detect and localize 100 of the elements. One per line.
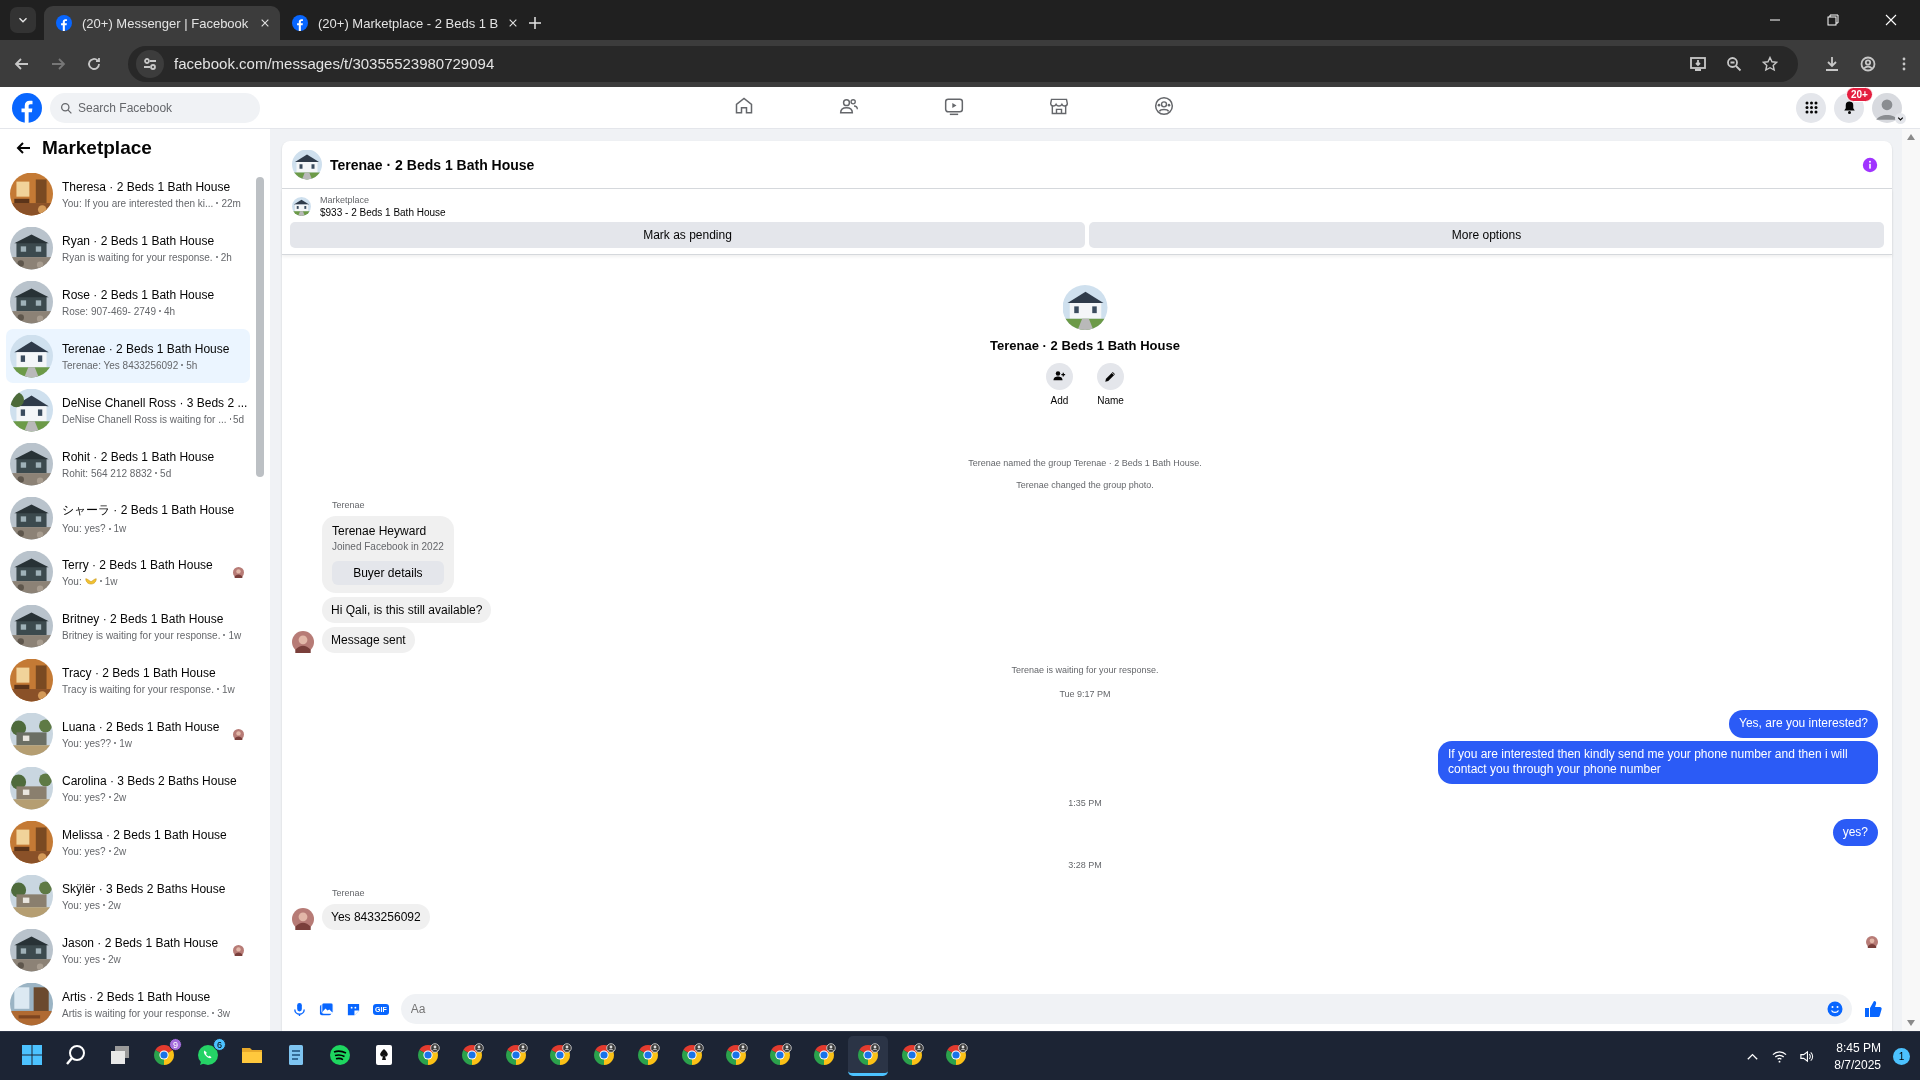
taskbar-button[interactable] [848,1036,888,1076]
conversation-item[interactable]: Jason · 2 Beds 1 Bath House You: yes 2w [6,923,250,977]
event-notice: Terenae changed the group photo. [1015,480,1155,490]
taskbar-button[interactable]: 6 [188,1036,228,1076]
search-field[interactable]: Search Facebook [50,92,260,123]
taskbar-button[interactable]: 9 [144,1036,184,1076]
listing-label: Marketplace [320,195,371,205]
conversation-item[interactable]: シャーラ · 2 Beds 1 Bath House You: yes? 1w [6,491,250,545]
sidebar-title: Marketplace [42,137,152,159]
install-icon[interactable] [1690,55,1706,72]
conversation-item[interactable]: Tracy · 2 Beds 1 Bath House Tracy is waiting for your response. 1w [6,653,250,707]
edit-button[interactable] [1097,363,1124,390]
conversation-title: Carolina · 3 Beds 2 Baths House [62,773,238,788]
count-badge: 6 [213,1038,226,1051]
message-time: 2w [113,845,127,857]
conversation-item[interactable]: Terry · 2 Beds 1 Bath House You: 1w [6,545,250,599]
add-button[interactable] [1046,363,1073,390]
sender-name: Terenae [332,500,366,510]
back-icon[interactable] [14,55,30,72]
message-field[interactable]: Aa [400,994,1852,1024]
message-time: 4h [163,305,176,317]
conversation-item[interactable]: Theresa · 2 Beds 1 Bath House You: If you are interested then ki... 22m [6,167,250,221]
conversation-item[interactable]: Britney · 2 Beds 1 Bath House Britney is waiting for your response. 1w [6,599,250,653]
listing-title: $933 - 2 Beds 1 Bath House [320,207,446,218]
close-icon[interactable] [260,18,270,28]
conversation-title: Rohit · 2 Beds 1 Bath House [62,449,216,464]
conversation-item[interactable]: Carolina · 3 Beds 2 Baths House You: yes? 2w [6,761,250,815]
conversation-item[interactable]: Melissa · 2 Beds 1 Bath House You: yes? 2w [6,815,250,869]
site-settings-icon[interactable] [136,49,164,78]
download-icon[interactable] [1824,55,1840,72]
image-icon[interactable] [319,1001,334,1017]
buyer-details-button[interactable]: Buyer details [332,561,444,585]
facebook-logo[interactable] [12,92,42,123]
message-preview: You: yes? [62,845,106,857]
microphone-icon[interactable] [292,1001,307,1017]
message-time: 5d [232,413,244,425]
chrome-icon [460,1042,484,1067]
sticker-icon[interactable] [346,1001,361,1017]
people-icon[interactable] [839,96,859,116]
action-label: Add [1050,395,1069,406]
pencil-icon [1103,369,1118,384]
chrome-icon [900,1042,924,1067]
restore-icon[interactable] [1827,14,1839,26]
star-icon[interactable] [1762,55,1778,72]
wifi-icon[interactable] [1772,1048,1788,1064]
browser-tab[interactable]: (20+) Marketplace - 2 Beds 1 B [280,6,516,40]
emoji-icon[interactable] [1827,1001,1843,1017]
speaker-icon[interactable] [1799,1048,1815,1064]
address-bar[interactable]: facebook.com/messages/t/30355523980729094 [128,45,1798,82]
profile-button[interactable] [1872,91,1904,124]
profile-icon[interactable] [1860,55,1876,72]
conversation-title: Artis · 2 Beds 1 Bath House [62,989,212,1004]
notification-count[interactable]: 1 [1893,1047,1910,1065]
message-time: 1w [221,683,235,695]
message-time: 2w [108,899,121,911]
chrome-icon [636,1042,660,1067]
conversation-item[interactable]: Skÿlër · 3 Beds 2 Baths House You: yes 2w [6,869,250,923]
conversation-item[interactable]: Artis · 2 Beds 1 Bath House Artis is waiting for your response. 3w [6,977,250,1031]
chrome-icon [944,1042,968,1067]
message-preview: You: yes?? [62,737,112,749]
close-icon[interactable] [508,18,519,28]
message-time: 5h [186,359,198,371]
chrome-icon [768,1042,792,1067]
up-arrow-icon[interactable] [1906,133,1916,141]
conversation-title: Rose · 2 Beds 1 Bath House [62,287,216,302]
conversation-item[interactable]: Terenae · 2 Beds 1 Bath House Terenae: Yes 8433256092 5h [6,329,250,383]
action-button[interactable]: Mark as pending [290,222,1085,248]
tab-search-icon[interactable] [10,7,36,33]
video-icon[interactable] [944,96,964,116]
clock-button[interactable]: 8:45 PM 8/7/2025 [1834,1040,1881,1072]
shop-icon[interactable] [1049,96,1069,116]
conversation-item[interactable]: Rohit · 2 Beds 1 Bath House Rohit: 564 212 8832 5d [6,437,250,491]
conversation-item[interactable]: Rose · 2 Beds 1 Bath House Rose: 907-469- 2749 4h [6,275,250,329]
scrollbar[interactable] [1902,129,1920,1031]
chrome-icon [724,1042,748,1067]
down-arrow-icon[interactable] [1906,1019,1916,1027]
action-button[interactable]: More options [1089,222,1884,248]
conversation-title: Luana · 2 Beds 1 Bath House [62,719,221,734]
reload-icon[interactable] [86,55,102,72]
conversation-item[interactable]: Luana · 2 Beds 1 Bath House You: yes?? 1w [6,707,250,761]
conversation-item[interactable]: DeNise Chanell Ross · 3 Beds 2 ... DeNise Chanell Ross is waiting for ... 5d [6,383,250,437]
url-text: facebook.com/messages/t/30355523980729094 [174,55,495,72]
facebook-icon [56,15,72,31]
message-preview: You: If you are interested then ki... [62,197,214,209]
groups-icon[interactable] [1154,96,1174,116]
info-icon[interactable] [1862,156,1878,173]
plus-icon[interactable] [528,16,542,30]
chat-title: Terenae · 2 Beds 1 Bath House [330,156,535,173]
home-icon[interactable] [734,96,754,116]
menu-button[interactable] [1796,92,1826,123]
conversation-item[interactable]: Ryan · 2 Beds 1 Bath House Ryan is waiting for your response. 2h [6,221,250,275]
message-preview: Rose: 907-469- 2749 [62,305,156,317]
conversation-title: シャーラ · 2 Beds 1 Bath House [62,502,236,519]
zoom-out-icon[interactable] [1726,55,1742,72]
browser-tab[interactable]: (20+) Messenger | Facebook [44,6,280,40]
back-arrow-icon[interactable] [16,140,32,156]
thumbs-up-icon[interactable] [1864,1000,1882,1018]
message-time: 2w [108,953,121,965]
chrome-icon [856,1042,880,1067]
music-icon [328,1042,352,1067]
